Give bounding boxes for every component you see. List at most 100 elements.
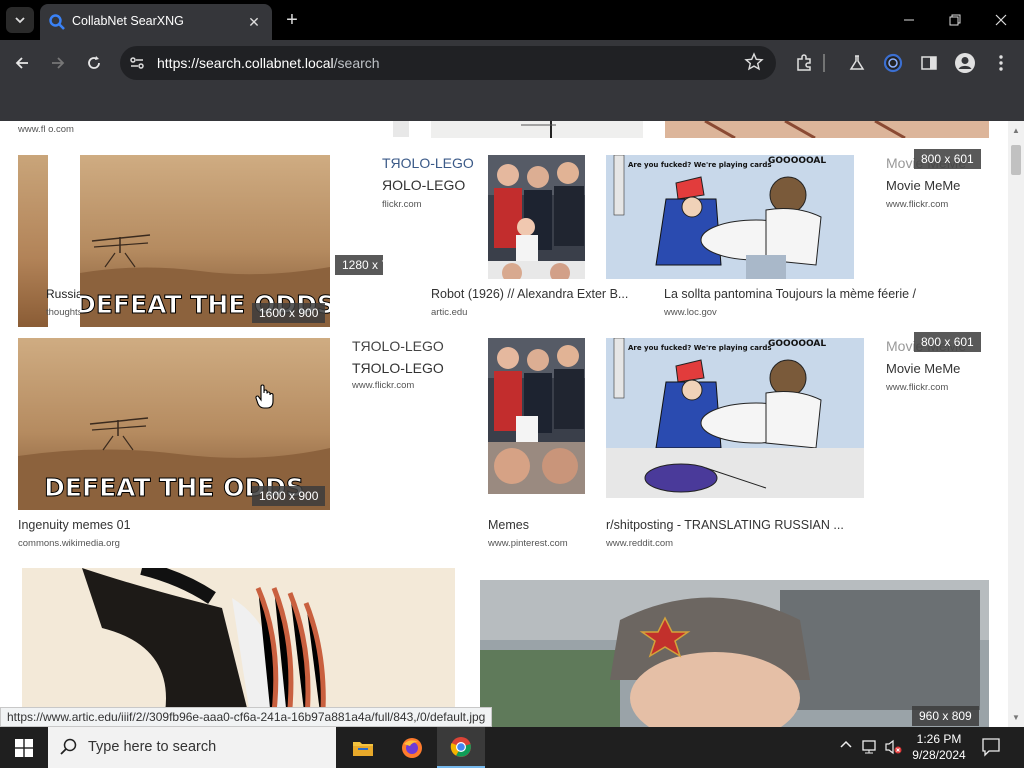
extensions-button[interactable]	[793, 52, 815, 74]
result-card-ingenuity-memes[interactable]: DEFEAT THE ODDS 1600 x 900 Ingenuity mem…	[18, 338, 330, 553]
browser-menu-button[interactable]	[990, 52, 1012, 74]
notification-center-icon[interactable]	[980, 736, 1002, 758]
result-image-partial[interactable]	[665, 121, 989, 138]
searxng-logo-icon	[49, 14, 65, 30]
result-card-movie-meme-2[interactable]: Movie MeMe 800 x 601 Movie MeMe www.flic…	[886, 332, 986, 398]
comic-caption-goal: GOOOOOAL	[768, 156, 826, 166]
ingenuity-helicopter-image: DEFEAT THE ODDS	[80, 155, 330, 327]
screen: CollabNet SearXNG ✕ + https://search.col…	[0, 0, 1024, 768]
tab-close-icon[interactable]: ✕	[244, 12, 264, 32]
result-image[interactable]	[480, 580, 989, 727]
side-panel-icon	[921, 56, 937, 70]
result-card-trolo-2[interactable]: TЯOLO-LEGO TЯOLO-LEGO www.flickr.com	[352, 338, 472, 398]
reload-button[interactable]	[81, 50, 107, 76]
result-image[interactable]: Are you fucked? We're playing cards GOOO…	[606, 155, 854, 279]
result-card-memes[interactable]: Memes www.pinterest.com	[488, 338, 598, 553]
page-scrollbar[interactable]: ▲ ▼	[1008, 121, 1024, 727]
reload-icon	[88, 56, 100, 69]
result-image-partial[interactable]	[431, 121, 643, 138]
comic-caption-goal: GOOOOOAL	[768, 339, 826, 349]
extension-ring-icon	[883, 53, 903, 73]
uncle-sam-bear-cartoon: Are you fucked? We're playing cards GOOO…	[606, 338, 864, 498]
site-info-icon[interactable]	[128, 54, 146, 72]
profile-button[interactable]	[954, 52, 976, 74]
result-image[interactable]: DEFEAT THE ODDS	[80, 155, 330, 327]
forward-arrow-icon	[52, 57, 65, 69]
robot-artwork-partial	[431, 121, 643, 138]
address-bar[interactable]: https://search.collabnet.local/search	[120, 46, 776, 80]
firefox-logo-icon	[402, 737, 422, 758]
start-button[interactable]	[0, 727, 48, 768]
image-size-badge: 800 x 601	[914, 149, 981, 169]
result-source: flickr.com	[382, 199, 422, 210]
result-source: www.pinterest.com	[488, 538, 568, 549]
result-image[interactable]	[22, 568, 455, 727]
result-source: www.flickr.com	[886, 382, 949, 393]
taskbar-search-placeholder: Type here to search	[88, 739, 217, 755]
scrollbar-thumb[interactable]	[1011, 145, 1021, 175]
profile-avatar-icon	[955, 53, 975, 73]
comic-caption: Are you fucked? We're playing cards	[628, 344, 772, 352]
image-size-badge: 800 x 601	[914, 332, 981, 352]
result-image-partial[interactable]	[393, 121, 409, 137]
windows-taskbar: Type here to search 1:26 PM 9/28/2024	[0, 727, 1024, 768]
result-source: commons.wikimedia.org	[18, 538, 120, 549]
chevron-down-icon	[15, 17, 25, 24]
search-icon	[60, 738, 77, 755]
minimize-icon	[904, 19, 914, 21]
forward-button[interactable]	[45, 50, 71, 76]
new-tab-button[interactable]: +	[280, 8, 304, 32]
result-source: thoughts	[46, 307, 83, 318]
result-card-shitposting[interactable]: Are you fucked? We're playing cards GOOO…	[606, 338, 866, 553]
taskbar-clock[interactable]: 1:26 PM 9/28/2024	[904, 731, 974, 763]
image-size-badge: 1280 x 7	[335, 255, 383, 275]
result-card-movie-meme[interactable]: Movie MeMe 800 x 601 Movie MeMe www.flic…	[886, 149, 986, 215]
labs-button[interactable]	[846, 52, 868, 74]
group-photo-image	[488, 155, 585, 279]
result-card-ushanka[interactable]: 960 x 809	[480, 580, 989, 727]
broken-image-alt[interactable]: TЯOLO-LEGO	[352, 338, 444, 354]
minimize-button[interactable]	[893, 6, 925, 34]
chevron-up-icon	[840, 740, 852, 748]
network-icon[interactable]	[862, 739, 880, 758]
url-text[interactable]: https://search.collabnet.local/search	[157, 55, 380, 71]
restore-icon	[949, 14, 961, 26]
bookmarks-bar	[0, 86, 1024, 121]
flask-icon	[849, 55, 865, 70]
status-bar-link: https://www.artic.edu/iiif/2//309fb96e-a…	[0, 707, 493, 727]
clock-time: 1:26 PM	[916, 732, 962, 746]
url-path: /search	[333, 55, 380, 71]
extension-circle-button[interactable]	[882, 52, 904, 74]
result-image[interactable]	[18, 155, 48, 327]
side-panel-button[interactable]	[918, 52, 940, 74]
result-image[interactable]: Are you fucked? We're playing cards GOOO…	[606, 338, 864, 498]
url-host: https://search.collabnet.local	[157, 55, 334, 71]
result-image[interactable]	[488, 338, 585, 498]
firefox-app[interactable]	[388, 727, 436, 768]
mars-sky-image	[18, 155, 48, 327]
chrome-logo-icon	[450, 736, 471, 757]
active-tab[interactable]: CollabNet SearXNG ✕	[40, 4, 272, 40]
file-explorer-app[interactable]	[339, 727, 387, 768]
result-image[interactable]: DEFEAT THE ODDS	[18, 338, 330, 510]
scroll-down-arrow-icon[interactable]: ▼	[1012, 714, 1020, 722]
result-source: www.flickr.com	[352, 380, 415, 391]
result-image[interactable]	[488, 155, 585, 279]
result-card-ingenuity[interactable]: DEFEAT THE ODDS 1600 x 900	[80, 155, 330, 327]
bookmark-star-icon[interactable]	[744, 52, 764, 72]
result-card-russian[interactable]: Russian thoughts	[18, 155, 89, 327]
back-button[interactable]	[9, 50, 35, 76]
tray-overflow-icon[interactable]	[840, 739, 852, 754]
result-source[interactable]: www.fl o.com	[18, 124, 74, 135]
network-icon	[862, 740, 876, 754]
volume-muted-icon[interactable]	[884, 739, 902, 758]
result-card-robot-art[interactable]	[22, 568, 455, 727]
chrome-app[interactable]	[437, 727, 485, 768]
scroll-up-arrow-icon[interactable]: ▲	[1012, 127, 1020, 135]
close-window-button[interactable]	[985, 6, 1017, 34]
result-source: www.loc.gov	[664, 307, 717, 318]
tab-search-button[interactable]	[6, 7, 34, 33]
taskbar-search[interactable]: Type here to search	[48, 727, 336, 768]
image-size-badge: 960 x 809	[912, 706, 979, 726]
restore-button[interactable]	[939, 6, 971, 34]
